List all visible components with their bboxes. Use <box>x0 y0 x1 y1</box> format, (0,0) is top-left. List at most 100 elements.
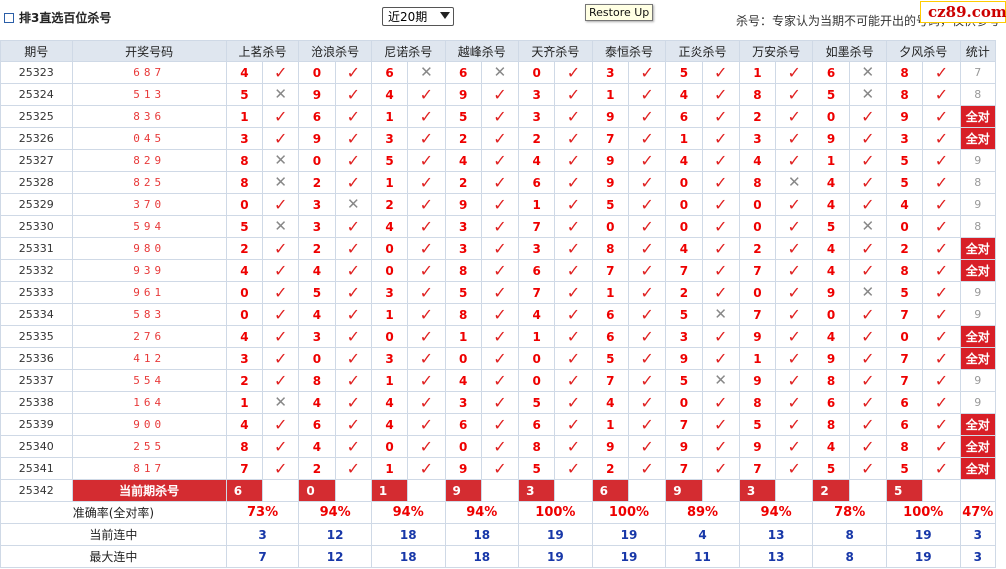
streak-cell: 12 <box>298 523 372 546</box>
check-icon: ✓ <box>419 172 434 192</box>
check-icon: ✓ <box>640 436 654 456</box>
kill-number-cell: 1 <box>444 325 482 348</box>
check-icon: ✓ <box>566 194 581 214</box>
check-icon-cell: ✓ <box>775 83 814 106</box>
kill-number-cell: 4 <box>812 171 850 194</box>
check-icon-cell: ✓ <box>848 237 887 260</box>
kill-number-cell: 4 <box>812 435 850 458</box>
checkbox-icon[interactable] <box>4 12 14 23</box>
check-icon: ✓ <box>640 150 654 170</box>
site-logo[interactable]: cz89.com <box>920 1 1006 23</box>
check-icon: ✓ <box>861 150 875 170</box>
kill-number-cell: 6 <box>444 413 482 436</box>
kill-number-cell: 3 <box>225 127 264 150</box>
col-expert[interactable]: 夕风杀号 <box>885 40 961 62</box>
check-icon: ✓ <box>934 238 949 258</box>
max-streak-cell: 13 <box>738 545 814 568</box>
check-icon-cell: ✓ <box>627 193 667 216</box>
check-icon: ✓ <box>566 392 581 412</box>
check-icon-cell: ✓ <box>334 105 372 128</box>
kill-number-cell: 0 <box>298 149 336 172</box>
stat-count-cell: 8 <box>959 171 997 194</box>
check-icon: ✓ <box>346 84 360 104</box>
kill-number-cell: 6 <box>812 391 850 414</box>
kill-number-cell: 2 <box>298 237 336 260</box>
check-icon-cell: ✓ <box>554 237 593 260</box>
kill-number-cell: 4 <box>738 149 777 172</box>
kill-number-cell: 0 <box>298 347 336 370</box>
kill-number-cell: 6 <box>885 391 924 414</box>
check-icon: ✓ <box>787 150 801 170</box>
streak-cell: 4 <box>665 523 740 546</box>
col-expert[interactable]: 越峰杀号 <box>444 40 520 62</box>
kill-number-cell: 5 <box>225 215 264 238</box>
check-icon: ✓ <box>640 194 654 214</box>
period-cell: 25341 <box>0 457 73 480</box>
check-icon: ✓ <box>713 150 728 170</box>
check-icon: ✓ <box>273 436 288 456</box>
period-cell: 25338 <box>0 391 73 414</box>
kill-number-cell: 1 <box>370 105 409 128</box>
check-icon: ✓ <box>346 326 360 346</box>
draw-number-cell: 825 <box>71 171 227 194</box>
streak-cell: 8 <box>812 523 887 546</box>
check-icon: ✓ <box>787 62 801 82</box>
period-range-select[interactable]: 近20期 <box>382 7 454 26</box>
check-icon-cell: ✓ <box>407 171 446 194</box>
check-icon-cell: ✓ <box>922 171 961 194</box>
col-expert[interactable]: 万安杀号 <box>738 40 814 62</box>
check-icon-cell: ✓ <box>701 83 740 106</box>
empty-cell <box>407 479 446 502</box>
check-icon: ✓ <box>861 172 875 192</box>
check-icon: ✓ <box>346 282 360 302</box>
kill-number-cell: 9 <box>591 105 629 128</box>
col-expert[interactable]: 上茗杀号 <box>225 40 300 62</box>
kill-number-cell: 5 <box>665 303 703 326</box>
check-icon-cell: ✓ <box>701 237 740 260</box>
col-expert[interactable]: 如墨杀号 <box>812 40 887 62</box>
check-icon-cell: ✓ <box>407 259 446 282</box>
kill-number-cell: 0 <box>812 303 850 326</box>
kill-number-cell: 6 <box>812 61 850 84</box>
col-expert[interactable]: 泰恒杀号 <box>591 40 667 62</box>
kill-number-cell: 8 <box>812 369 850 392</box>
check-icon: ✓ <box>493 216 507 236</box>
check-icon: ✓ <box>861 238 875 258</box>
kill-number-cell: 4 <box>665 149 703 172</box>
table-row: 25330 594 5 ✕ 3 ✓ 4 ✓ 3 ✓ 7 ✓ 0 ✓ 0 ✓ 0 ✓ 5 ✕ 0 ✓ 8 <box>0 215 997 238</box>
check-icon: ✓ <box>861 414 875 434</box>
restore-up-tooltip[interactable]: Restore Up <box>585 4 654 21</box>
current-kill-number: 5 <box>885 479 924 502</box>
check-icon-cell: ✓ <box>922 281 961 304</box>
cross-icon: ✕ <box>346 195 360 213</box>
kill-number-cell: 1 <box>370 171 409 194</box>
check-icon-cell: ✓ <box>554 171 593 194</box>
check-icon: ✓ <box>493 392 507 412</box>
check-icon-cell: ✓ <box>480 83 520 106</box>
col-expert[interactable]: 天齐杀号 <box>518 40 593 62</box>
kill-number-cell: 2 <box>225 237 264 260</box>
check-icon-cell: ✓ <box>334 413 372 436</box>
kill-number-cell: 5 <box>518 391 556 414</box>
kill-number-cell: 1 <box>370 303 409 326</box>
check-icon-cell: ✓ <box>848 149 887 172</box>
check-icon: ✓ <box>493 128 507 148</box>
table-row: 25325 836 1 ✓ 6 ✓ 1 ✓ 5 ✓ 3 ✓ 9 ✓ 6 ✓ 2 ✓ 0 ✓ 9 ✓ 全对 <box>0 105 997 128</box>
col-expert[interactable]: 正炎杀号 <box>665 40 740 62</box>
draw-number-cell: 939 <box>71 259 227 282</box>
table-row: 25326 045 3 ✓ 9 ✓ 3 ✓ 2 ✓ 2 ✓ 7 ✓ 1 ✓ 3 ✓ 9 ✓ 3 ✓ 全对 <box>0 127 997 150</box>
check-icon: ✓ <box>640 282 654 302</box>
check-icon-cell: ✓ <box>554 369 593 392</box>
stat-count-cell: 9 <box>959 303 997 326</box>
check-icon: ✓ <box>493 436 507 456</box>
accuracy-cell: 100% <box>591 501 667 524</box>
kill-number-cell: 8 <box>298 369 336 392</box>
col-expert[interactable]: 沧浪杀号 <box>298 40 372 62</box>
kill-number-cell: 5 <box>370 149 409 172</box>
accuracy-cell: 100% <box>885 501 961 524</box>
all-correct-badge: 全对 <box>959 457 997 480</box>
check-icon-cell: ✓ <box>262 259 300 282</box>
check-icon: ✓ <box>273 370 288 390</box>
col-expert[interactable]: 尼诺杀号 <box>370 40 446 62</box>
check-icon: ✓ <box>419 370 434 390</box>
